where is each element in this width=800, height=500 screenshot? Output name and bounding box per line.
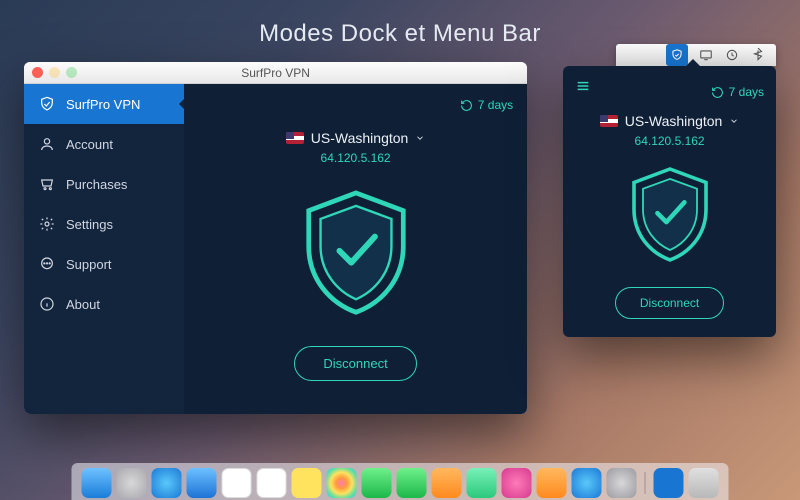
- connected-shield-icon: [625, 164, 715, 269]
- dock-reminders-icon[interactable]: [257, 468, 287, 498]
- clock-refresh-icon: [460, 99, 473, 112]
- sidebar: SurfPro VPN Account Purchases Settings S…: [24, 84, 184, 414]
- ip-address: 64.120.5.162: [321, 151, 391, 165]
- us-flag-icon: [600, 115, 618, 127]
- dock-photos-icon[interactable]: [327, 468, 357, 498]
- menubar-bluetooth-icon[interactable]: [750, 47, 766, 63]
- dock-numbers-icon[interactable]: [467, 468, 497, 498]
- chevron-down-icon: [729, 116, 739, 126]
- dock-surfpro-icon[interactable]: [654, 468, 684, 498]
- hamburger-menu-icon[interactable]: [575, 78, 591, 99]
- dock-pages-icon[interactable]: [432, 468, 462, 498]
- us-flag-icon: [286, 132, 304, 144]
- chevron-down-icon: [415, 133, 425, 143]
- dock-appstore-icon[interactable]: [572, 468, 602, 498]
- sidebar-item-surfpro[interactable]: SurfPro VPN: [24, 84, 184, 124]
- sidebar-item-label: Settings: [66, 217, 113, 232]
- server-selector[interactable]: US-Washington: [286, 130, 426, 146]
- sidebar-item-label: Support: [66, 257, 112, 272]
- info-icon: [38, 295, 56, 313]
- chat-icon: [38, 255, 56, 273]
- page-title: Modes Dock et Menu Bar: [0, 0, 800, 48]
- sidebar-item-label: Account: [66, 137, 113, 152]
- server-name: US-Washington: [625, 113, 723, 129]
- main-panel: 7 days US-Washington 64.120.5.162 Discon…: [184, 84, 527, 414]
- server-selector[interactable]: US-Washington: [600, 113, 740, 129]
- dock-ibooks-icon[interactable]: [537, 468, 567, 498]
- ip-address: 64.120.5.162: [635, 134, 705, 148]
- days-remaining-label: 7 days: [729, 85, 764, 99]
- dock-mail-icon[interactable]: [187, 468, 217, 498]
- sidebar-item-label: SurfPro VPN: [66, 97, 140, 112]
- days-remaining[interactable]: 7 days: [460, 98, 513, 112]
- server-name: US-Washington: [311, 130, 409, 146]
- macos-dock: [72, 463, 729, 500]
- sidebar-item-label: About: [66, 297, 100, 312]
- sidebar-item-label: Purchases: [66, 177, 127, 192]
- dock-itunes-icon[interactable]: [502, 468, 532, 498]
- sidebar-item-purchases[interactable]: Purchases: [24, 164, 184, 204]
- cart-icon: [38, 175, 56, 193]
- dock-safari-icon[interactable]: [152, 468, 182, 498]
- gear-icon: [38, 215, 56, 233]
- dock-notes-icon[interactable]: [292, 468, 322, 498]
- dock-messages-icon[interactable]: [362, 468, 392, 498]
- window-titlebar[interactable]: SurfPro VPN: [24, 62, 527, 84]
- menubar-vpn-icon[interactable]: [666, 44, 688, 66]
- user-icon: [38, 135, 56, 153]
- menubar-display-icon[interactable]: [698, 47, 714, 63]
- sidebar-item-support[interactable]: Support: [24, 244, 184, 284]
- dock-mode-window: SurfPro VPN SurfPro VPN Account Purchase…: [24, 62, 527, 414]
- dock-launchpad-icon[interactable]: [117, 468, 147, 498]
- dock-trash-icon[interactable]: [689, 468, 719, 498]
- dock-preferences-icon[interactable]: [607, 468, 637, 498]
- days-remaining[interactable]: 7 days: [711, 85, 764, 99]
- disconnect-button[interactable]: Disconnect: [294, 346, 416, 381]
- sidebar-item-settings[interactable]: Settings: [24, 204, 184, 244]
- dock-facetime-icon[interactable]: [397, 468, 427, 498]
- menubar-popover: 7 days US-Washington 64.120.5.162 Discon…: [563, 66, 776, 337]
- dock-calendar-icon[interactable]: [222, 468, 252, 498]
- connected-shield-icon: [296, 187, 416, 322]
- dock-finder-icon[interactable]: [82, 468, 112, 498]
- disconnect-button[interactable]: Disconnect: [615, 287, 724, 319]
- sidebar-item-about[interactable]: About: [24, 284, 184, 324]
- dock-separator: [645, 472, 646, 494]
- sidebar-item-account[interactable]: Account: [24, 124, 184, 164]
- clock-refresh-icon: [711, 86, 724, 99]
- days-remaining-label: 7 days: [478, 98, 513, 112]
- shield-check-icon: [38, 95, 56, 113]
- window-title: SurfPro VPN: [24, 66, 527, 80]
- menubar-timemachine-icon[interactable]: [724, 47, 740, 63]
